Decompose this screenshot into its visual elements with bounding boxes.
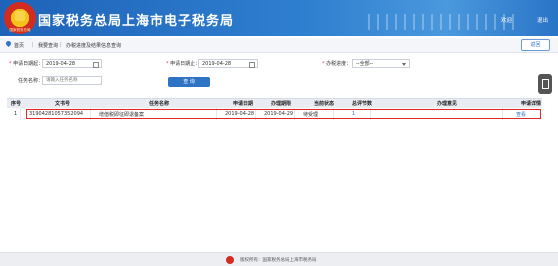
task-name-input[interactable]: [42, 76, 102, 85]
end-date-label: * 申请日期止：: [166, 61, 201, 67]
task-name-label: 任务名称：: [18, 78, 44, 84]
breadcrumb-separator: |: [60, 42, 62, 48]
welcome-text: 欢迎: [500, 18, 512, 24]
column-header-detail: 申请详情: [521, 101, 542, 107]
cell-index: 1: [14, 111, 18, 117]
return-button-label: 返回: [530, 42, 541, 48]
column-divider: [20, 108, 21, 120]
return-button[interactable]: 返回: [521, 39, 550, 51]
column-header-status: 当前状态: [314, 101, 335, 107]
status-label: * 办税进度：: [322, 61, 352, 67]
highlight-box: [26, 109, 541, 119]
end-date-input[interactable]: 2019-04-28: [198, 59, 258, 68]
breadcrumb-separator: |: [32, 42, 34, 48]
start-date-label: * 申请日期起：: [9, 61, 44, 67]
breadcrumb-bar: 首页 | 我要查询 | 办税进度及结果信息查询 返回: [0, 38, 558, 53]
mobile-icon: [542, 79, 549, 89]
chevron-down-icon: [402, 63, 406, 66]
status-select[interactable]: --全部--: [352, 59, 410, 68]
column-header-count: 总评节数: [352, 101, 373, 107]
calendar-icon[interactable]: [249, 62, 255, 68]
emblem-caption: 国家税务总局: [9, 28, 31, 32]
column-header-task-name: 任务名称: [149, 101, 170, 107]
column-header-deadline: 办理期限: [271, 101, 292, 107]
calendar-icon[interactable]: [93, 62, 99, 68]
breadcrumb-home[interactable]: 首页: [14, 42, 24, 49]
location-pin-icon: [4, 39, 13, 48]
logout-link[interactable]: 退出: [537, 16, 548, 24]
column-header-apply-date: 申请日期: [233, 101, 254, 107]
great-wall-decoration: [368, 14, 518, 30]
query-button[interactable]: 查 询: [168, 77, 210, 87]
side-float-button[interactable]: [538, 74, 552, 94]
app-header: 国家税务总局 国家税务总局上海市电子税务局 欢迎 退出: [0, 0, 558, 36]
breadcrumb-current: 办税进度及结果信息查询: [66, 43, 122, 49]
site-title: 国家税务总局上海市电子税务局: [38, 14, 235, 29]
column-header-opinion: 办理意见: [437, 101, 458, 107]
footer-copyright: 版权所有：国家税务总局上海市税务局: [240, 258, 317, 263]
breadcrumb-query[interactable]: 我要查询: [38, 42, 58, 49]
start-date-input[interactable]: 2019-04-28: [42, 59, 102, 68]
tax-logo-icon: [226, 256, 234, 264]
query-button-label: 查 询: [183, 79, 195, 85]
page-footer: 版权所有：国家税务总局上海市税务局: [0, 252, 558, 266]
column-header-index: 序号: [11, 101, 22, 107]
column-header-doc-no: 文书号: [55, 101, 71, 107]
